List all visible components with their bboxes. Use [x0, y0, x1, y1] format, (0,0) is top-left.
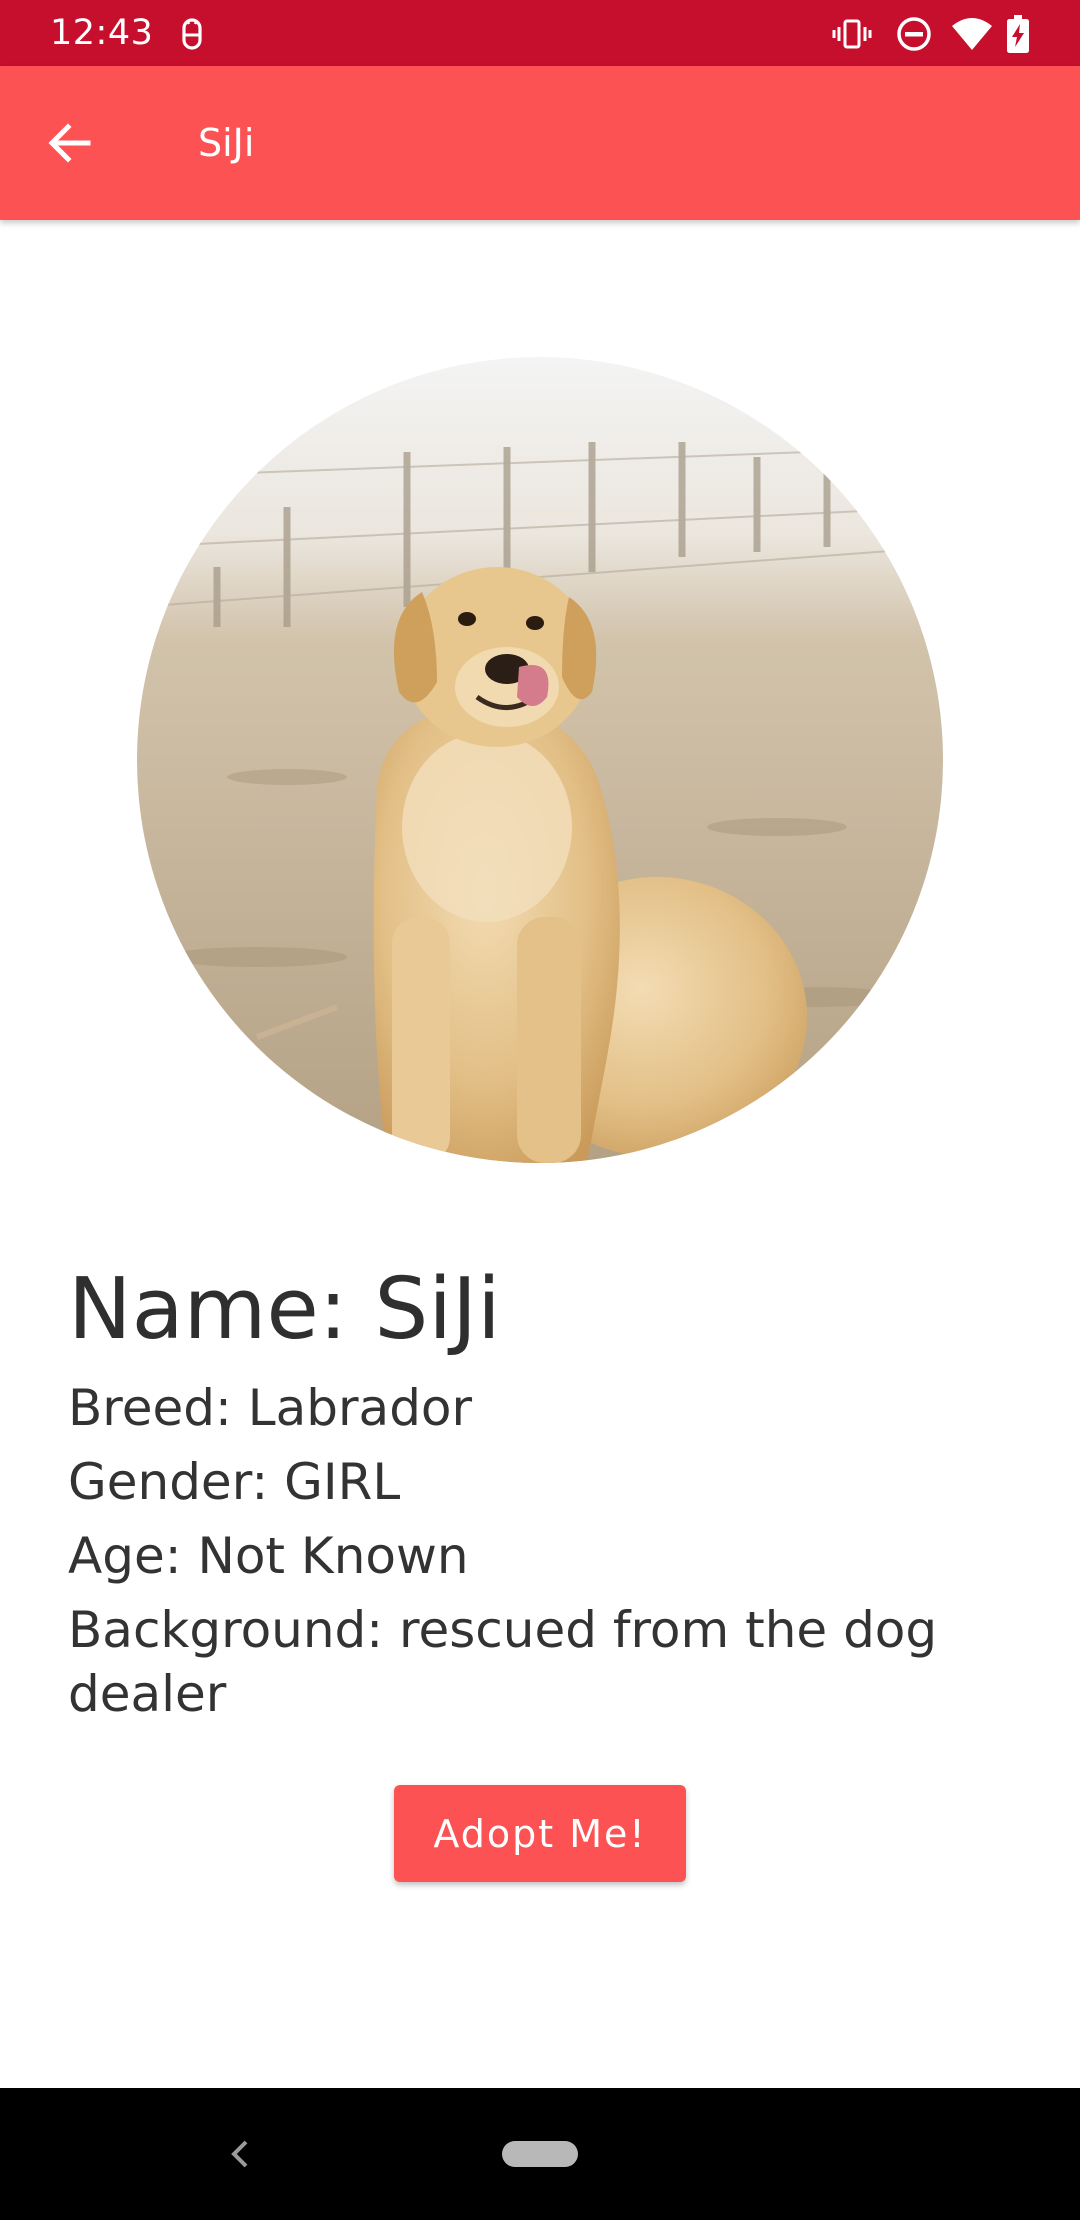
- adopt-me-button[interactable]: Adopt Me!: [394, 1785, 686, 1882]
- dog-photo: [137, 357, 943, 1163]
- app-bar: SiJi: [0, 66, 1080, 220]
- labrador-dog-photo: [137, 357, 943, 1163]
- nav-back-icon[interactable]: [220, 2132, 260, 2176]
- dog-breed: Breed: Labrador: [68, 1379, 473, 1437]
- app-title: SiJi: [198, 121, 255, 165]
- dog-age: Age: Not Known: [68, 1527, 469, 1585]
- dog-background: Background: rescued from the dog dealer: [68, 1601, 938, 1723]
- status-time: 12:43: [50, 13, 154, 53]
- dog-name: Name: SiJi: [68, 1260, 501, 1359]
- wifi-icon: [950, 14, 994, 54]
- status-bar: 12:43: [0, 0, 1080, 66]
- back-button[interactable]: [30, 103, 110, 183]
- android-notification-icon: [172, 14, 212, 54]
- dog-gender: Gender: GIRL: [68, 1453, 401, 1511]
- system-nav-bar: [0, 2088, 1080, 2220]
- do-not-disturb-icon: [894, 14, 934, 54]
- vibrate-icon: [832, 14, 872, 54]
- arrow-back-icon: [48, 123, 91, 163]
- home-pill-icon[interactable]: [502, 2141, 578, 2167]
- battery-charging-icon: [1004, 14, 1032, 54]
